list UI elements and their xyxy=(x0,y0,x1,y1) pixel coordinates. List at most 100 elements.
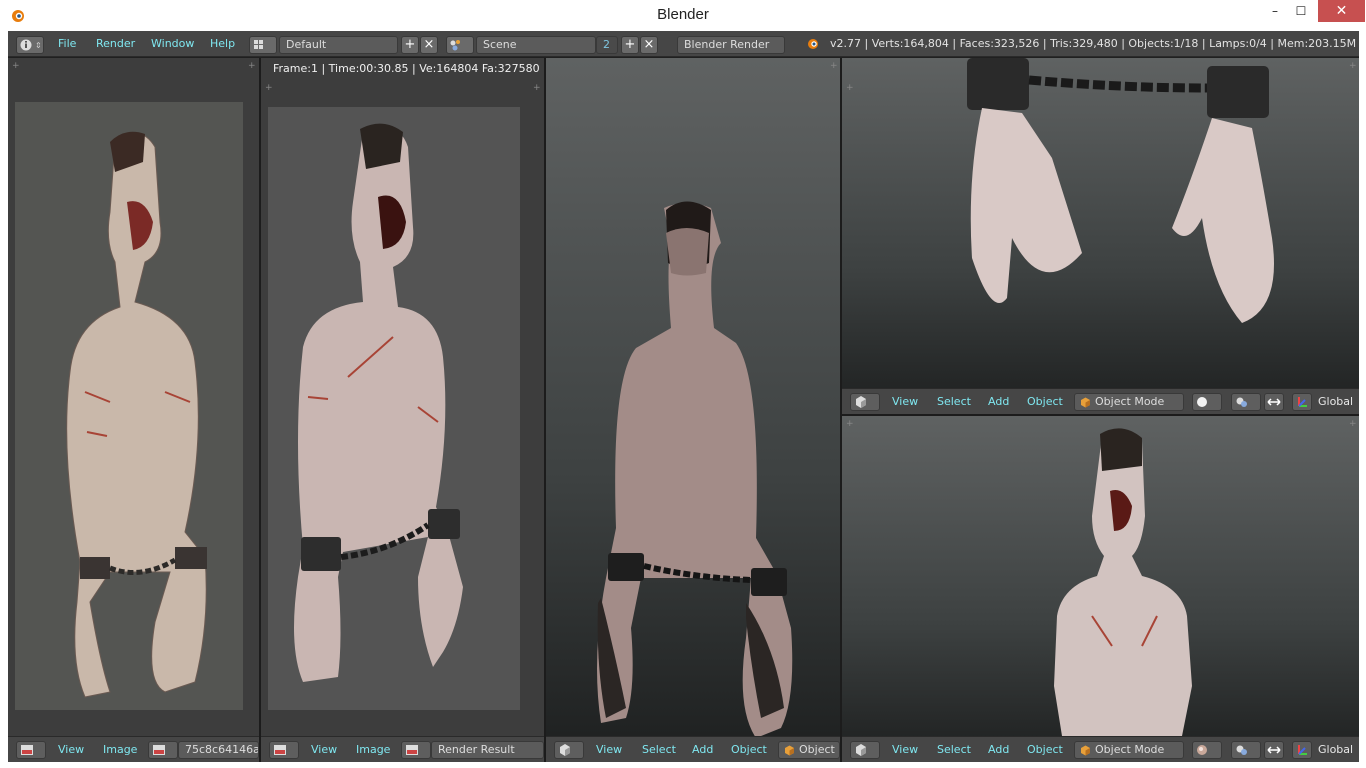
add-layout-button[interactable]: + xyxy=(401,36,419,54)
character-sketch-image xyxy=(15,102,243,710)
3d-viewport-header: View Select Add Object Object Mode Globa… xyxy=(842,388,1359,414)
close-button[interactable]: ✕ xyxy=(1318,0,1365,22)
character-render-image xyxy=(268,107,520,710)
menu-select[interactable]: Select xyxy=(937,389,971,414)
editor-type-image-button[interactable] xyxy=(16,741,46,759)
pivot-point-icon xyxy=(1236,397,1247,407)
menu-add[interactable]: Add xyxy=(988,737,1009,762)
render-engine-dropdown[interactable]: Blender Render xyxy=(677,36,785,54)
3d-viewport-front[interactable]: + + View Select Add Object Object Mode G… xyxy=(842,416,1359,762)
editor-type-3d-view-button[interactable] xyxy=(850,393,880,411)
menu-render[interactable]: Render xyxy=(96,31,135,57)
object-mode-cube-icon xyxy=(1081,397,1090,408)
material-shading-sphere-icon xyxy=(1197,745,1207,755)
menu-view[interactable]: View xyxy=(892,737,918,762)
menu-object[interactable]: Object xyxy=(731,737,767,762)
shackled-hands-closeup xyxy=(967,58,1274,323)
browse-image-button[interactable] xyxy=(148,741,178,759)
manipulator-toggle[interactable] xyxy=(1264,393,1284,411)
scene-statistics: v2.77 | Verts:164,804 | Faces:323,526 | … xyxy=(830,37,1359,50)
manipulator-arrows-icon xyxy=(1267,398,1281,406)
area-split-handle[interactable]: + xyxy=(248,62,256,71)
menu-image[interactable]: Image xyxy=(103,737,137,762)
manipulator-toggle[interactable] xyxy=(1264,741,1284,759)
area-split-handle[interactable]: + xyxy=(846,84,854,93)
menu-file[interactable]: File xyxy=(58,31,76,57)
object-mode-cube-icon xyxy=(1081,745,1090,756)
transform-orientation-icon-button[interactable] xyxy=(1292,393,1312,411)
3d-view-cube-icon xyxy=(560,744,570,756)
3d-view-cube-icon xyxy=(856,396,866,408)
info-icon: ⇕ xyxy=(20,39,42,51)
image-editor-render[interactable]: Frame:1 | Time:00:30.85 | Ve:164804 Fa:3… xyxy=(261,58,544,762)
add-scene-button[interactable]: + xyxy=(621,36,639,54)
editor-type-info-button[interactable]: ⇕ xyxy=(16,36,44,54)
menu-image[interactable]: Image xyxy=(356,737,390,762)
menu-object[interactable]: Object xyxy=(1027,389,1063,414)
menu-add[interactable]: Add xyxy=(692,737,713,762)
window-titlebar: Blender – ☐ ✕ xyxy=(0,0,1366,31)
image-name-field[interactable]: 75c8c64146a xyxy=(178,741,259,759)
screen-layout-field[interactable]: Default xyxy=(279,36,398,54)
area-split-handle[interactable]: + xyxy=(1349,62,1357,71)
area-split-handle[interactable]: + xyxy=(1349,420,1357,429)
pivot-point-button[interactable] xyxy=(1231,393,1261,411)
image-editor-icon xyxy=(21,745,33,755)
delete-layout-button[interactable]: × xyxy=(420,36,438,54)
menu-select[interactable]: Select xyxy=(937,737,971,762)
editor-type-3d-view-button[interactable] xyxy=(554,741,584,759)
menu-window[interactable]: Window xyxy=(151,31,194,57)
viewport-shading-button[interactable] xyxy=(1192,741,1222,759)
menu-view[interactable]: View xyxy=(58,737,84,762)
viewport-shading-button[interactable] xyxy=(1192,393,1222,411)
editor-type-image-button[interactable] xyxy=(269,741,299,759)
blender-app: ⇕ File Render Window Help Default + × Sc… xyxy=(8,31,1359,762)
image-name-field[interactable]: Render Result xyxy=(431,741,544,759)
area-split-handle[interactable]: + xyxy=(830,62,838,71)
area-split-handle[interactable]: + xyxy=(846,420,854,429)
transform-orientation-label[interactable]: Global xyxy=(1318,737,1353,762)
menu-object[interactable]: Object xyxy=(1027,737,1063,762)
image-editor-sketch[interactable]: + + View Image 75c8c64146a xyxy=(8,58,259,762)
menu-view[interactable]: View xyxy=(892,389,918,414)
delete-scene-button[interactable]: × xyxy=(640,36,658,54)
menu-view[interactable]: View xyxy=(311,737,337,762)
image-browse-icon xyxy=(153,745,165,755)
pivot-point-button[interactable] xyxy=(1231,741,1261,759)
svg-text:⇕: ⇕ xyxy=(35,41,42,50)
area-split-handle[interactable]: + xyxy=(12,62,20,71)
screen-layout-icon-button[interactable] xyxy=(249,36,277,54)
blender-logo-icon xyxy=(808,39,818,49)
scene-icon xyxy=(450,40,460,51)
image-canvas[interactable] xyxy=(15,102,243,710)
image-editor-icon xyxy=(274,745,286,755)
area-split-handle[interactable]: + xyxy=(265,84,273,93)
minimize-button[interactable]: – xyxy=(1262,0,1288,22)
image-browse-icon xyxy=(406,745,418,755)
3d-viewport-header: View Select Add Object Object M xyxy=(546,736,840,762)
browse-image-button[interactable] xyxy=(401,741,431,759)
menu-help[interactable]: Help xyxy=(210,31,235,57)
3d-viewport-back[interactable]: + View Select Add Object Object M xyxy=(546,58,840,762)
transform-orientation-icon-button[interactable] xyxy=(1292,741,1312,759)
image-canvas[interactable] xyxy=(268,107,520,710)
transform-orientation-label[interactable]: Global xyxy=(1318,389,1353,414)
axis-gizmo-icon xyxy=(1298,397,1307,407)
menu-view[interactable]: View xyxy=(596,737,622,762)
menu-select[interactable]: Select xyxy=(642,737,676,762)
area-split-handle[interactable]: + xyxy=(533,84,541,93)
scene-users-count: 2 xyxy=(596,36,618,54)
solid-shading-sphere-icon xyxy=(1197,397,1207,407)
3d-view-cube-icon xyxy=(856,744,866,756)
scene-icon-button[interactable] xyxy=(446,36,474,54)
axis-gizmo-icon xyxy=(1298,745,1307,755)
3d-viewport-header: View Select Add Object Object Mode Globa… xyxy=(842,736,1359,762)
character-back-view xyxy=(597,201,793,738)
maximize-button[interactable]: ☐ xyxy=(1288,0,1314,22)
editor-type-3d-view-button[interactable] xyxy=(850,741,880,759)
scene-field[interactable]: Scene xyxy=(476,36,596,54)
3d-viewport-hands[interactable]: + + View Select Add Object Object Mode G… xyxy=(842,58,1359,414)
menu-add[interactable]: Add xyxy=(988,389,1009,414)
object-mode-cube-icon xyxy=(785,745,794,756)
window-title: Blender xyxy=(657,6,709,23)
